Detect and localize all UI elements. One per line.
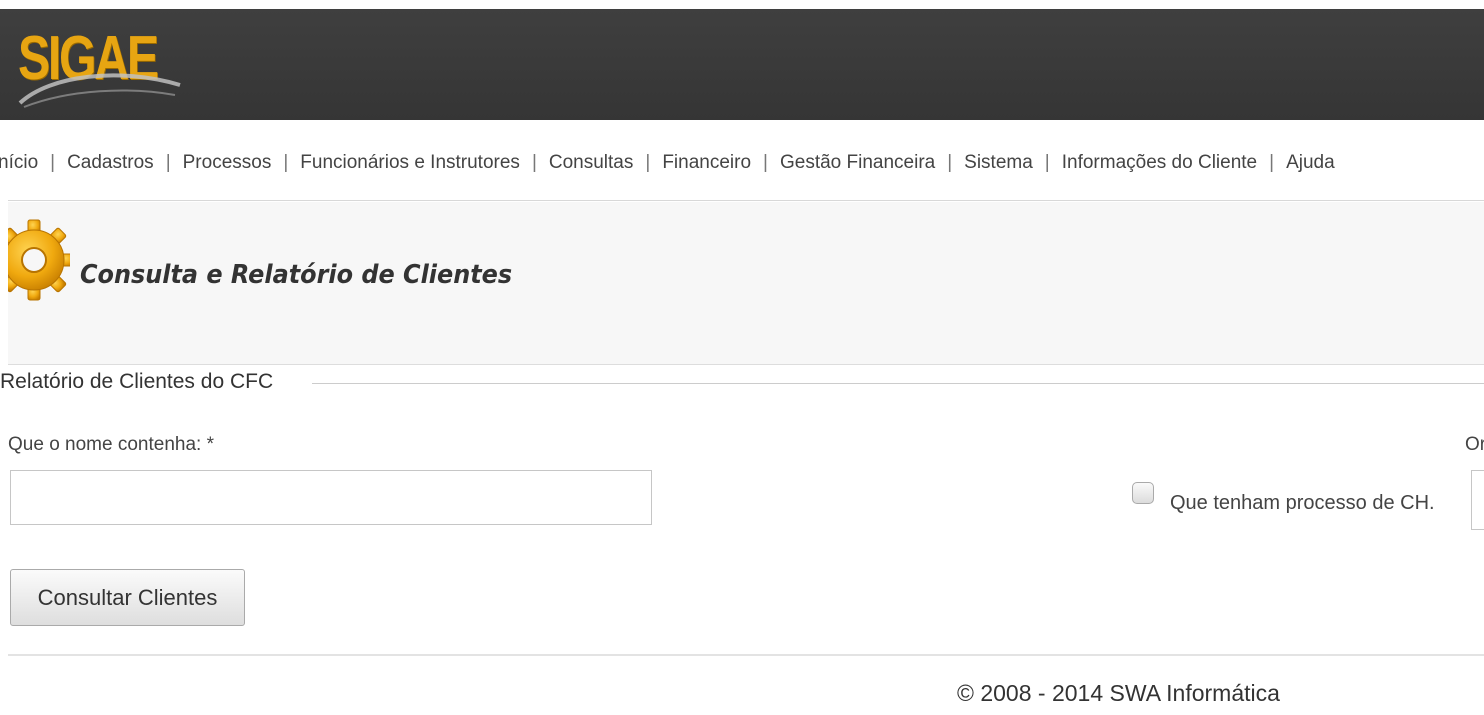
menu-separator: | (763, 152, 768, 173)
menu-separator: | (531, 152, 537, 173)
fieldset-legend: Relatório de Clientes do CFC (0, 370, 278, 394)
menu-item-inicio[interactable]: nício (0, 152, 38, 174)
sigae-logo[interactable]: SIGAE (10, 15, 190, 115)
menu-item-financeiro[interactable]: Financeiro (662, 152, 751, 174)
app-header: SIGAE (0, 9, 1484, 120)
consultar-clientes-button[interactable]: Consultar Clientes (10, 569, 245, 626)
menu-item-consultas[interactable]: Consultas (549, 152, 634, 174)
process-ch-label[interactable]: Que tenham processo de CH. (1170, 492, 1435, 515)
menu-divider (8, 200, 1484, 201)
process-ch-checkbox[interactable] (1132, 482, 1154, 504)
main-menu: nício | Cadastros | Processos | Funcionários e… (0, 140, 1484, 184)
order-select[interactable] (1471, 470, 1484, 530)
menu-item-informacoes-cliente[interactable]: Informações do Cliente (1062, 152, 1257, 174)
order-label: Or (1465, 434, 1484, 455)
menu-item-funcionarios[interactable]: Funcionários e Instrutores (300, 152, 520, 174)
menu-item-ajuda[interactable]: Ajuda (1286, 152, 1335, 174)
menu-separator: | (1269, 152, 1275, 173)
menu-separator: | (645, 152, 651, 173)
menu-items: nício | Cadastros | Processos | Funcionários e… (0, 152, 1335, 174)
gear-icon (8, 219, 70, 301)
menu-item-processos[interactable]: Processos (183, 152, 272, 174)
page-title-box: Consulta e Relatório de Clientes (8, 202, 1484, 365)
menu-separator: | (165, 152, 171, 173)
name-label: Que o nome contenha: * (8, 434, 214, 455)
page-title: Consulta e Relatório de Clientes (80, 260, 513, 290)
menu-item-cadastros[interactable]: Cadastros (67, 152, 154, 174)
menu-separator: | (50, 152, 56, 173)
menu-separator: | (1044, 152, 1050, 173)
fieldset-border (312, 383, 1484, 384)
copyright-text: © 2008 - 2014 SWA Informática (957, 680, 1280, 706)
footer-divider (8, 654, 1484, 656)
name-input[interactable] (10, 470, 652, 525)
menu-item-sistema[interactable]: Sistema (964, 152, 1033, 174)
menu-separator: | (283, 152, 289, 173)
menu-separator: | (947, 152, 953, 173)
menu-item-gestao-financeira[interactable]: Gestão Financeira (780, 152, 935, 174)
top-border (0, 0, 1484, 9)
logo-swoosh-icon (18, 73, 181, 108)
